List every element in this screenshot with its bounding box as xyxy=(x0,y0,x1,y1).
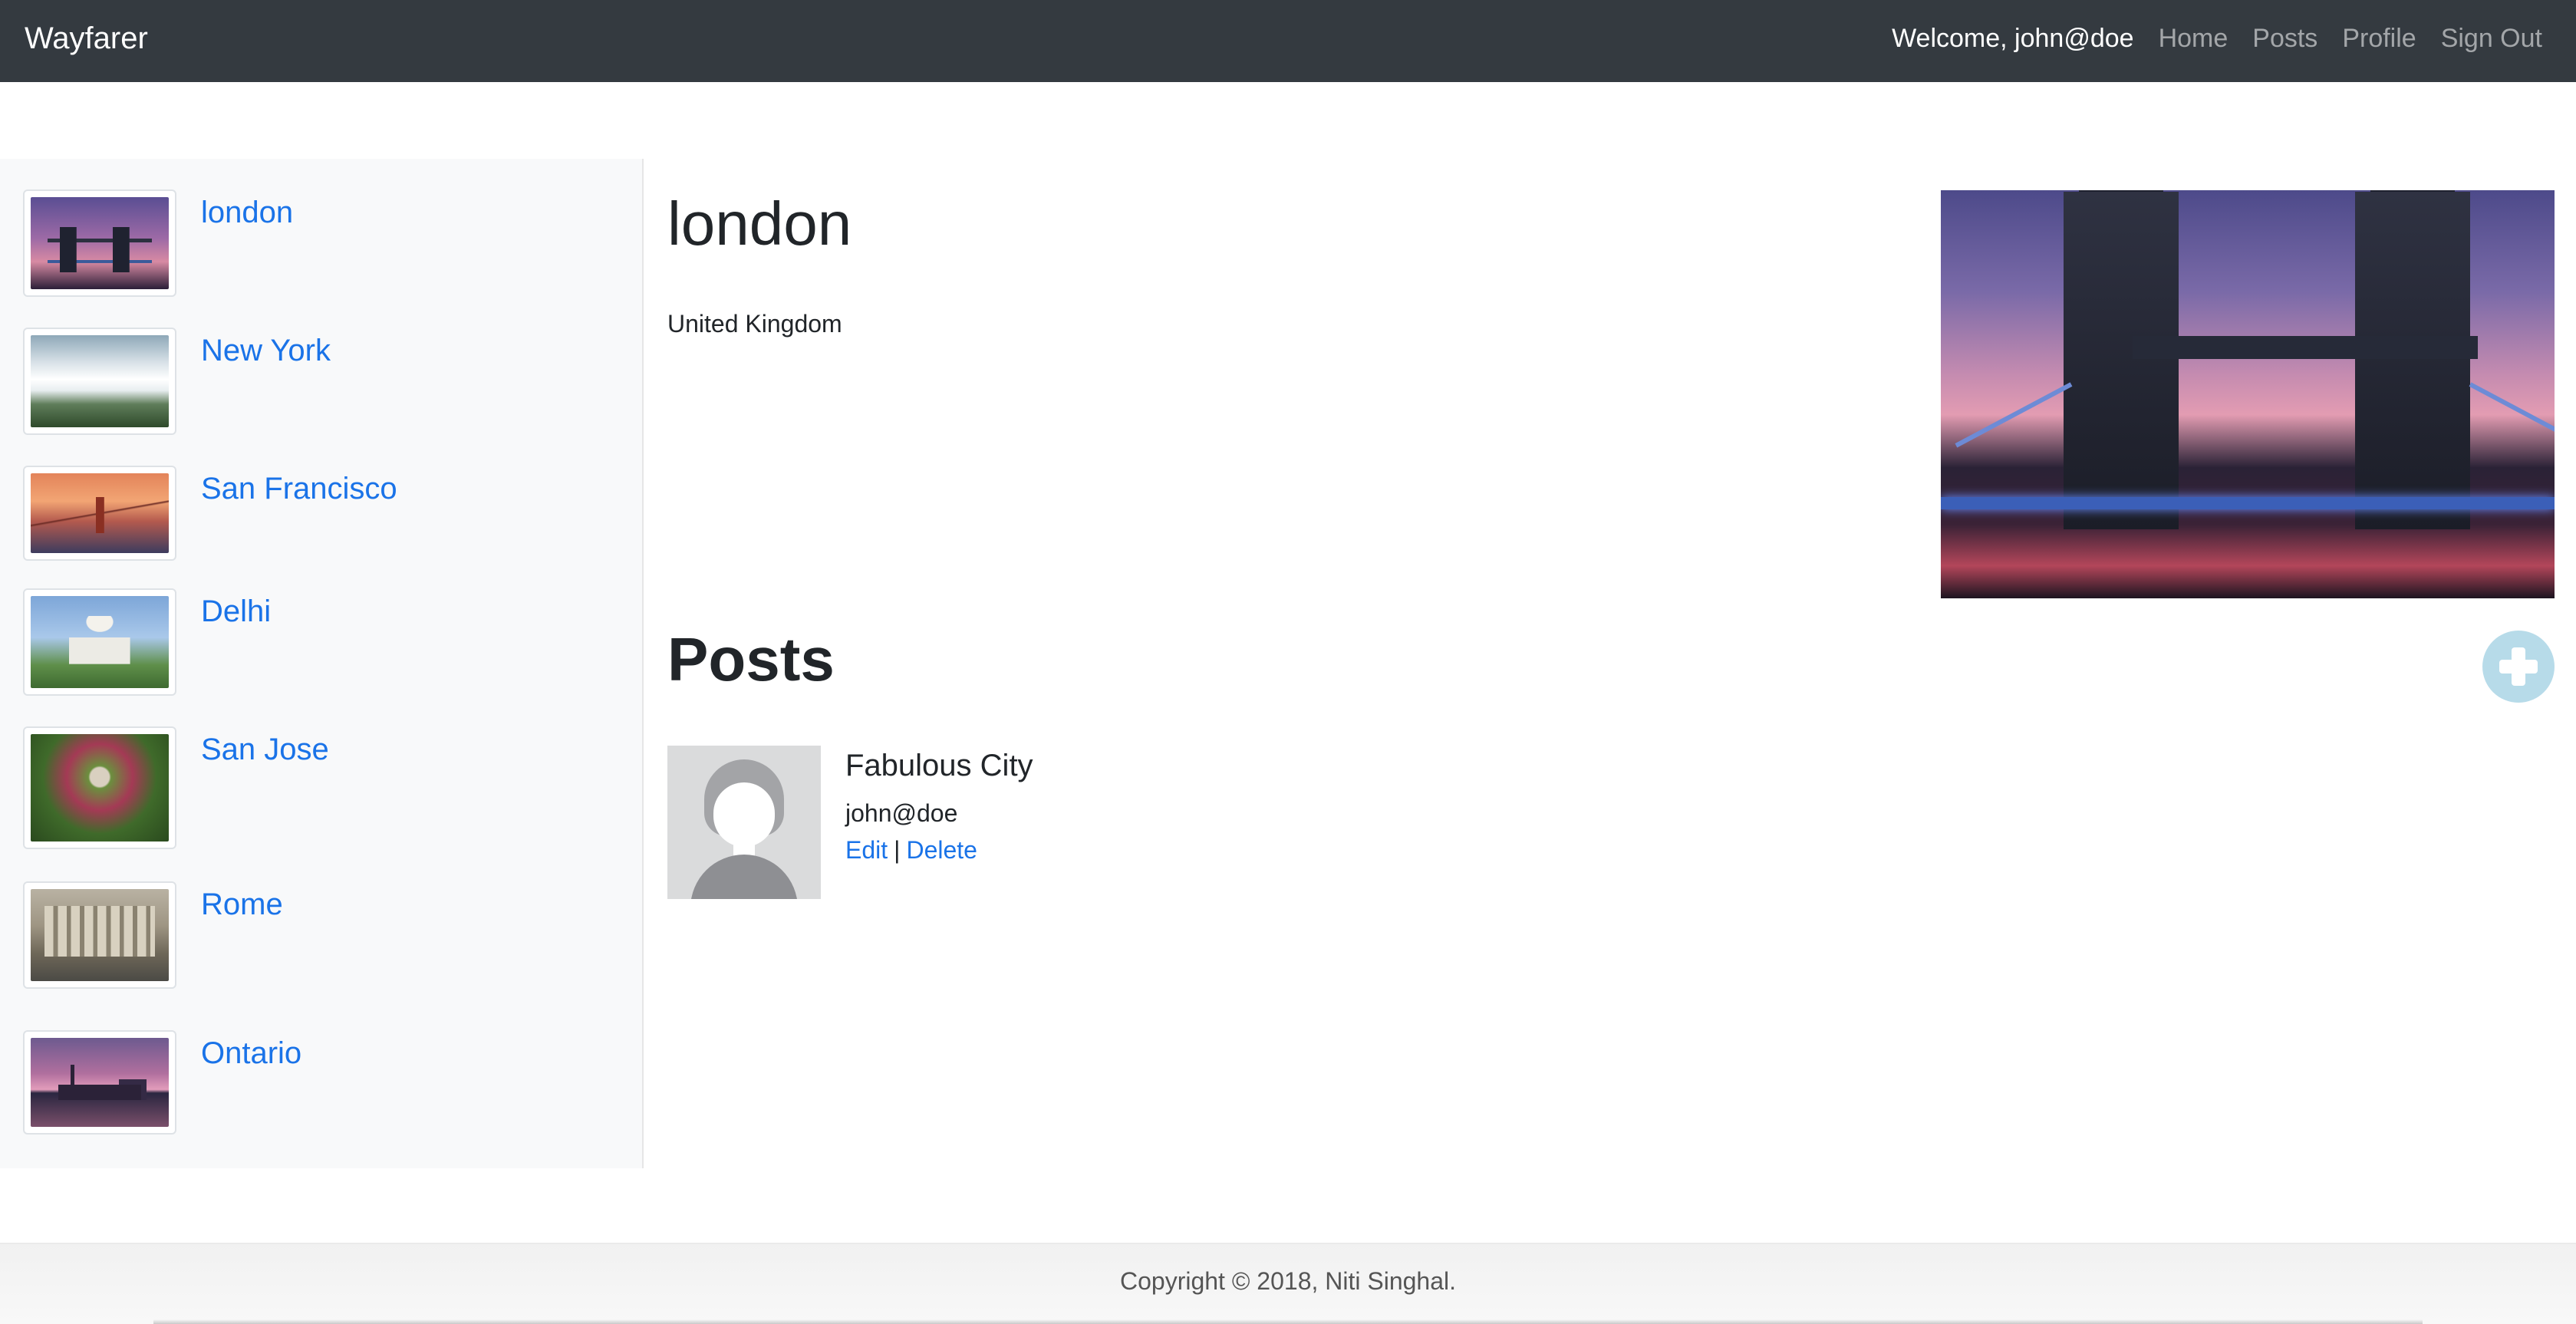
city-item-new-york[interactable]: New York xyxy=(23,328,621,435)
toronto-skyline-thumbnail-image xyxy=(31,1038,169,1127)
city-link-ontario[interactable]: Ontario xyxy=(201,1033,301,1073)
bridge-walkway xyxy=(2133,336,2478,359)
waterfall-thumbnail-image xyxy=(31,335,169,427)
city-link-london[interactable]: london xyxy=(201,193,293,232)
page-footer: Copyright © 2018, Niti Singhal. xyxy=(0,1243,2576,1324)
city-thumbnail[interactable] xyxy=(23,588,176,696)
delete-post-link[interactable]: Delete xyxy=(906,836,977,865)
city-thumbnail[interactable] xyxy=(23,726,176,849)
city-thumbnail[interactable] xyxy=(23,1030,176,1135)
default-user-avatar-icon xyxy=(667,746,821,899)
bridge-tower-left xyxy=(2064,190,2179,529)
footer-shadow xyxy=(153,1319,2423,1324)
city-sidebar: london New York San Francisco Delhi San … xyxy=(0,159,644,1168)
city-thumbnail[interactable] xyxy=(23,881,176,989)
city-thumbnail[interactable] xyxy=(23,466,176,561)
copyright-text: Copyright © 2018, Niti Singhal. xyxy=(1119,1267,1457,1295)
bridge-cable-right xyxy=(2469,382,2555,437)
edit-post-link[interactable]: Edit xyxy=(845,836,888,865)
add-post-button[interactable] xyxy=(2482,631,2555,703)
top-navbar: Wayfarer Welcome, john@doe Home Posts Pr… xyxy=(0,0,2576,82)
city-link-rome[interactable]: Rome xyxy=(201,884,283,924)
taj-mahal-thumbnail-image xyxy=(31,596,169,688)
bridge-cable-left xyxy=(1955,382,2073,448)
post-author: john@doe xyxy=(845,799,958,827)
city-link-san-jose[interactable]: San Jose xyxy=(201,730,329,769)
welcome-text: Welcome, john@doe xyxy=(1892,23,2134,53)
post-actions: Edit | Delete xyxy=(845,836,977,865)
city-link-san-francisco[interactable]: San Francisco xyxy=(201,469,397,509)
city-item-london[interactable]: london xyxy=(23,189,621,297)
city-hero-image xyxy=(1941,190,2555,598)
city-link-new-york[interactable]: New York xyxy=(201,331,331,371)
posts-heading: Posts xyxy=(667,625,835,693)
city-item-ontario[interactable]: Ontario xyxy=(23,1030,621,1135)
nav-home-link[interactable]: Home xyxy=(2159,24,2228,54)
london-thumbnail-image xyxy=(31,197,169,289)
nav-profile-link[interactable]: Profile xyxy=(2342,24,2416,54)
navbar-right: Welcome, john@doe Home Posts Profile Sig… xyxy=(1892,18,2542,58)
nav-signout-link[interactable]: Sign Out xyxy=(2441,24,2542,54)
city-item-san-jose[interactable]: San Jose xyxy=(23,726,621,849)
trevi-fountain-thumbnail-image xyxy=(31,889,169,981)
city-title: london xyxy=(667,189,852,258)
nav-posts-link[interactable]: Posts xyxy=(2252,24,2317,54)
bridge-deck xyxy=(1941,497,2555,509)
rose-garden-thumbnail-image xyxy=(31,734,169,841)
brand-link[interactable]: Wayfarer xyxy=(25,18,148,58)
golden-gate-thumbnail-image xyxy=(31,473,169,553)
post-title[interactable]: Fabulous City xyxy=(845,746,1033,786)
city-country: United Kingdom xyxy=(667,310,842,338)
city-thumbnail[interactable] xyxy=(23,328,176,435)
action-separator: | xyxy=(894,836,901,864)
city-thumbnail[interactable] xyxy=(23,189,176,297)
city-item-rome[interactable]: Rome xyxy=(23,881,621,989)
post-item: Fabulous City john@doe Edit | Delete xyxy=(667,746,1588,901)
bridge-tower-right xyxy=(2355,190,2470,529)
city-link-delhi[interactable]: Delhi xyxy=(201,591,271,631)
city-item-delhi[interactable]: Delhi xyxy=(23,588,621,696)
city-item-san-francisco[interactable]: San Francisco xyxy=(23,466,621,561)
